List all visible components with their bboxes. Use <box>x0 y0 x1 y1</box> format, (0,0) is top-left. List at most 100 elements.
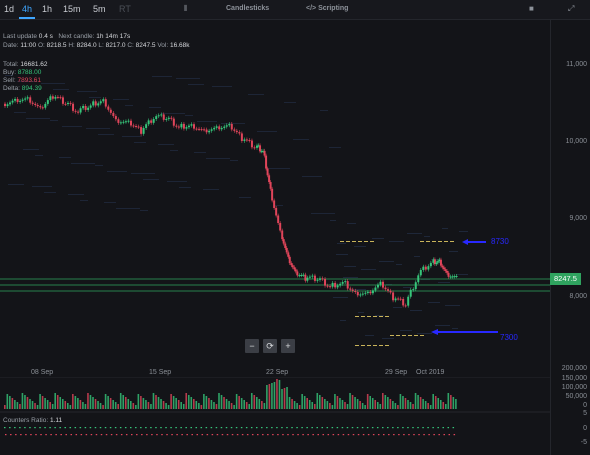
candle-body <box>223 126 226 128</box>
liquidity-band <box>400 330 412 331</box>
liquidity-band <box>248 94 264 95</box>
zoom-out-button[interactable]: − <box>245 339 259 353</box>
counter-dot <box>44 427 46 429</box>
volume-bar <box>392 401 394 409</box>
candle-body <box>203 129 206 131</box>
volume-bar <box>407 400 409 409</box>
volume-bar <box>344 402 346 409</box>
volume-bar <box>349 393 351 409</box>
counter-dot <box>79 427 82 429</box>
candle-body <box>21 99 24 101</box>
candle-body <box>107 106 110 110</box>
candle-body <box>39 106 42 108</box>
liquidity-band <box>417 333 432 334</box>
price-axis[interactable]: 11,000 10,000 9,000 8,000 200,000 150,00… <box>550 20 590 455</box>
candle-body <box>195 128 198 130</box>
scripting-button[interactable]: </> Scripting <box>306 5 348 12</box>
counter-dot <box>392 427 394 429</box>
counter-dot <box>104 427 107 429</box>
camera-icon[interactable]: ■ <box>529 4 534 13</box>
candle-body <box>165 118 168 120</box>
code-icon: </> <box>306 5 317 12</box>
counter-dot <box>200 427 203 429</box>
candle-body <box>324 278 327 286</box>
volume-bar <box>99 403 102 409</box>
counter-dot <box>296 427 298 429</box>
candle-body <box>451 276 454 278</box>
volume-bar <box>256 397 258 409</box>
liquidity-band <box>393 307 402 308</box>
volume-bar <box>379 404 382 409</box>
candle-body <box>72 103 75 111</box>
volume-bar <box>61 399 64 409</box>
volume-bar <box>190 397 193 409</box>
counter-dot <box>59 427 61 429</box>
drag-handle-icon[interactable]: ⦀ <box>184 4 188 14</box>
volume-bar <box>311 402 314 409</box>
volume-bar <box>114 402 117 409</box>
candle-body <box>74 110 77 112</box>
expand-icon[interactable]: ⤢ <box>568 4 574 14</box>
liquidity-band <box>131 173 155 174</box>
sell-info: Sell: 7893.61 <box>3 77 41 84</box>
timeframe-15m[interactable]: 15m <box>63 4 81 14</box>
timeframe-1h[interactable]: 1h <box>42 4 52 14</box>
counter-dot <box>201 434 204 436</box>
volume-bar <box>266 385 268 409</box>
counter-dot <box>371 427 374 429</box>
counter-dot <box>376 427 379 429</box>
volume-bar <box>64 401 67 409</box>
volume-bar <box>89 395 92 409</box>
counter-dot <box>448 434 451 436</box>
counter-dot <box>306 427 308 429</box>
counter-dot <box>321 427 324 429</box>
volume-bar <box>319 395 321 409</box>
candle-body <box>218 126 221 130</box>
volume-bar <box>152 393 155 409</box>
volume-bar <box>432 394 434 409</box>
liquidity-band <box>185 115 193 116</box>
timeframe-1d[interactable]: 1d <box>4 4 14 14</box>
counter-dot <box>427 427 429 429</box>
x-tick: 22 Sep <box>266 369 289 376</box>
candle-body <box>41 107 44 109</box>
counter-dot <box>124 427 127 429</box>
candle-body <box>122 121 125 123</box>
level-dash <box>361 316 365 317</box>
candle-body <box>61 97 64 104</box>
candle-body <box>29 97 32 103</box>
price-chart[interactable] <box>0 20 550 365</box>
candle-body <box>453 276 456 278</box>
volume-bar <box>145 400 147 409</box>
candle-body <box>167 117 170 119</box>
liquidity-band <box>71 163 95 164</box>
volume-bar <box>263 403 266 409</box>
volume-bar <box>324 399 326 409</box>
zoom-reset-button[interactable]: ⟳ <box>263 339 277 353</box>
counter-dot <box>297 434 299 436</box>
volume-bar <box>240 398 243 409</box>
volume-bar <box>59 397 62 409</box>
liquidity-band <box>311 213 335 214</box>
timeframe-5m[interactable]: 5m <box>93 4 106 14</box>
candle-body <box>104 99 107 107</box>
x-tick: 15 Sep <box>149 369 172 376</box>
timeframe-rt[interactable]: RT <box>119 4 131 14</box>
counter-dot <box>235 427 238 429</box>
volume-bar <box>296 403 298 409</box>
timeframe-4h[interactable]: 4h <box>18 4 36 19</box>
volume-bar <box>389 399 392 409</box>
counter-dot <box>367 434 370 436</box>
candle-body <box>94 101 97 106</box>
counter-dot <box>256 427 258 429</box>
zoom-in-button[interactable]: + <box>281 339 295 353</box>
counter-dot <box>422 427 424 429</box>
candlesticks-button[interactable]: Candlesticks <box>226 5 269 12</box>
candle-body <box>374 287 377 291</box>
candle-body <box>351 289 354 291</box>
counter-dot <box>40 434 42 436</box>
volume-bar <box>261 401 263 409</box>
candle-body <box>157 115 160 117</box>
liquidity-band <box>424 236 430 237</box>
counter-dot <box>226 434 229 436</box>
